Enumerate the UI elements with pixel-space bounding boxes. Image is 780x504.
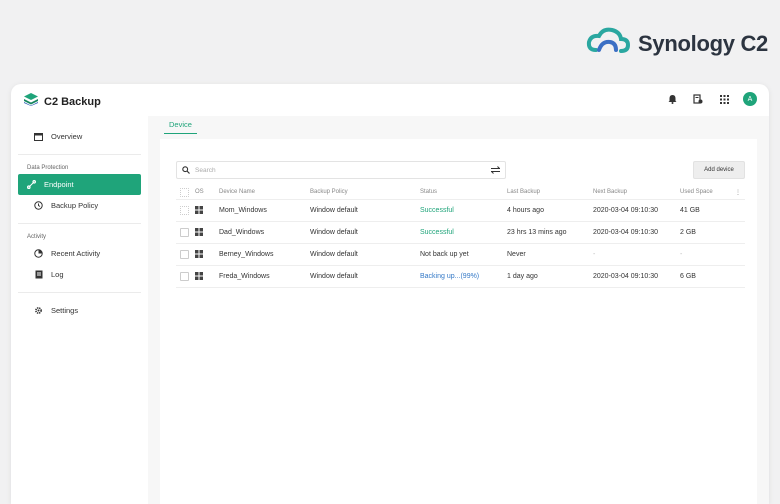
sidebar-item-label: Log xyxy=(51,270,64,279)
table-header: OS Device Name Backup Policy Status Last… xyxy=(176,185,745,200)
sidebar-item-recent-activity[interactable]: Recent Activity xyxy=(18,243,141,264)
table-row[interactable]: Freda_Windows Window default Backing up.… xyxy=(176,266,745,288)
avatar[interactable]: A xyxy=(743,92,757,106)
tab-device[interactable]: Device xyxy=(164,120,197,134)
log-icon xyxy=(34,270,43,279)
synology-brand: Synology C2 xyxy=(586,26,768,61)
select-all-checkbox[interactable] xyxy=(180,187,189,197)
status: Not back up yet xyxy=(420,251,469,258)
sidebar-item-label: Backup Policy xyxy=(51,201,99,210)
settings-icon xyxy=(34,306,43,315)
column-header[interactable]: Backup Policy xyxy=(310,189,420,195)
app-logo[interactable]: C2 Backup xyxy=(24,93,101,111)
status: Successful xyxy=(420,207,454,214)
backup-policy: Window default xyxy=(310,251,358,258)
device-table: OS Device Name Backup Policy Status Last… xyxy=(176,185,745,288)
backup-policy: Window default xyxy=(310,207,358,214)
windows-icon xyxy=(195,227,203,238)
sidebar-item-label: Endpoint xyxy=(44,180,74,189)
overview-icon xyxy=(34,132,43,141)
sidebar-item-endpoint[interactable]: Endpoint xyxy=(18,174,141,195)
last-backup: 4 hours ago xyxy=(507,207,544,214)
next-backup: 2020-03-04 09:10:30 xyxy=(593,207,658,214)
windows-icon xyxy=(195,205,203,216)
last-backup: 23 hrs 13 mins ago xyxy=(507,229,567,236)
tab-bar: Device xyxy=(148,116,769,139)
search-placeholder: Search xyxy=(195,166,216,174)
table-row[interactable]: Dad_Windows Window default Successful 23… xyxy=(176,222,745,244)
section-label-activity: Activity xyxy=(27,234,47,240)
used-space: - xyxy=(680,251,683,258)
apps-grid-icon[interactable] xyxy=(717,92,731,106)
windows-icon xyxy=(195,249,203,260)
search-input[interactable]: Search xyxy=(176,161,506,179)
section-label-data-protection: Data Protection xyxy=(27,165,69,171)
next-backup: - xyxy=(593,251,596,258)
bell-icon[interactable] xyxy=(665,92,679,106)
next-backup: 2020-03-04 09:10:30 xyxy=(593,229,658,236)
divider xyxy=(18,223,141,224)
last-backup: Never xyxy=(507,251,526,258)
column-header[interactable]: Used Space xyxy=(680,189,734,195)
sidebar: Overview Data Protection Endpoint Backup… xyxy=(11,116,148,504)
top-icons: A xyxy=(665,92,757,106)
device-name: Dad_Windows xyxy=(219,229,265,236)
app-window: C2 Backup A Overview Data Protection End… xyxy=(11,84,769,504)
task-icon[interactable] xyxy=(691,92,705,106)
sidebar-item-label: Settings xyxy=(51,306,79,315)
device-name: Berney_Windows xyxy=(219,251,274,258)
backup-policy-icon xyxy=(34,201,43,210)
status: Successful xyxy=(420,229,454,236)
used-space: 41 GB xyxy=(680,207,700,214)
column-header[interactable]: OS xyxy=(193,189,219,195)
windows-icon xyxy=(195,271,203,282)
row-checkbox[interactable] xyxy=(180,206,189,215)
column-header[interactable]: Last Backup xyxy=(507,189,593,195)
c2-backup-logo-icon xyxy=(24,93,38,111)
column-settings-handle[interactable]: ⋮ xyxy=(734,189,745,196)
top-bar: C2 Backup A xyxy=(11,84,769,117)
device-name: Freda_Windows xyxy=(219,273,270,280)
row-checkbox[interactable] xyxy=(180,272,189,281)
search-icon xyxy=(182,166,190,174)
sidebar-item-label: Recent Activity xyxy=(51,249,101,258)
sidebar-item-label: Overview xyxy=(51,132,83,141)
brand-name: Synology C2 xyxy=(638,30,768,56)
column-header[interactable]: Status xyxy=(420,189,507,195)
sidebar-item-overview[interactable]: Overview xyxy=(18,126,141,147)
filter-icon[interactable] xyxy=(491,166,500,174)
sidebar-item-settings[interactable]: Settings xyxy=(18,300,141,321)
device-name: Mom_Windows xyxy=(219,207,267,214)
divider xyxy=(18,292,141,293)
row-checkbox[interactable] xyxy=(180,250,189,259)
synology-cloud-logo-icon xyxy=(586,26,631,61)
last-backup: 1 day ago xyxy=(507,273,538,280)
app-title: C2 Backup xyxy=(44,96,101,108)
recent-activity-icon xyxy=(34,249,43,258)
endpoint-icon xyxy=(27,180,36,189)
add-device-button[interactable]: Add device xyxy=(693,161,745,179)
sidebar-item-backup-policy[interactable]: Backup Policy xyxy=(18,195,141,216)
table-row[interactable]: Berney_Windows Window default Not back u… xyxy=(176,244,745,266)
sidebar-item-log[interactable]: Log xyxy=(18,264,141,285)
backup-policy: Window default xyxy=(310,229,358,236)
device-panel: Search Add device OS Device Name Backup … xyxy=(160,139,757,504)
table-row[interactable]: Mom_Windows Window default Successful 4 … xyxy=(176,200,745,222)
column-header[interactable]: Next Backup xyxy=(593,189,680,195)
used-space: 2 GB xyxy=(680,229,696,236)
divider xyxy=(18,154,141,155)
backup-policy: Window default xyxy=(310,273,358,280)
used-space: 6 GB xyxy=(680,273,696,280)
next-backup: 2020-03-04 09:10:30 xyxy=(593,273,658,280)
row-checkbox[interactable] xyxy=(180,228,189,237)
status: Backing up...(99%) xyxy=(420,273,480,280)
main-content: Device Search Add device OS Device Name … xyxy=(148,116,769,504)
column-header[interactable]: Device Name xyxy=(219,189,310,195)
